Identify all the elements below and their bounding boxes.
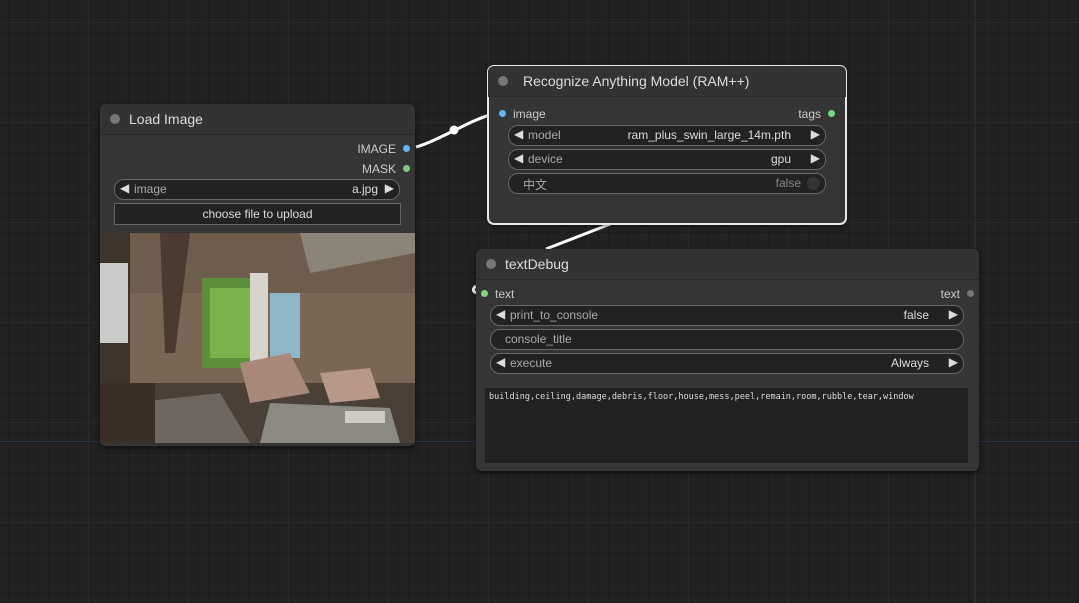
model-combo[interactable]: ◀ model ram_plus_swin_large_14m.pth ▶ (508, 125, 826, 146)
collapse-dot-icon[interactable] (498, 76, 508, 86)
left-arrow-icon[interactable]: ◀ (496, 355, 505, 369)
chinese-toggle-label: 中文 (523, 178, 548, 192)
left-arrow-icon[interactable]: ◀ (120, 181, 129, 195)
load-image-node[interactable]: Load Image IMAGE MASK ◀ image a.jpg ▶ ch… (100, 104, 415, 446)
input-text-label: text (495, 287, 515, 301)
input-image-slot[interactable] (499, 110, 506, 117)
node-title-bar[interactable]: textDebug (476, 249, 979, 280)
image-combo-value: a.jpg (351, 182, 378, 196)
node-title: textDebug (505, 256, 569, 272)
print-to-console-value: false (903, 308, 929, 322)
chinese-toggle-value: false (775, 176, 801, 190)
right-arrow-icon[interactable]: ▶ (949, 307, 958, 321)
print-to-console-label: print_to_console (510, 308, 599, 322)
node-title-bar[interactable]: Load Image (100, 104, 415, 135)
device-combo-label: device (528, 152, 563, 166)
output-text-area[interactable]: building,ceiling,damage,debris,floor,hou… (485, 388, 968, 463)
console-title-label: console_title (505, 332, 572, 346)
right-arrow-icon[interactable]: ▶ (385, 181, 394, 195)
chinese-toggle[interactable]: 中文 false (508, 173, 826, 194)
output-text-label: text (940, 287, 960, 301)
output-image-label: IMAGE (357, 142, 396, 156)
preview-picture (100, 233, 415, 443)
left-arrow-icon[interactable]: ◀ (496, 307, 505, 321)
link-image-midpoint (449, 125, 459, 135)
node-title: Load Image (129, 111, 203, 127)
output-image-slot[interactable] (403, 145, 410, 152)
model-combo-label: model (528, 128, 561, 142)
execute-combo[interactable]: ◀ execute Always ▶ (490, 353, 964, 374)
upload-button[interactable]: choose file to upload (114, 203, 401, 225)
link-tags (545, 219, 619, 251)
output-text-slot[interactable] (967, 290, 974, 297)
node-title-bar[interactable]: Recognize Anything Model (RAM++) (488, 66, 846, 97)
link-image (415, 112, 494, 149)
right-arrow-icon[interactable]: ▶ (949, 355, 958, 369)
collapse-dot-icon[interactable] (486, 259, 496, 269)
output-tags-label: tags (798, 107, 821, 121)
collapse-dot-icon[interactable] (110, 114, 120, 124)
device-combo[interactable]: ◀ device gpu ▶ (508, 149, 826, 170)
output-mask-label: MASK (361, 162, 396, 176)
image-combo[interactable]: ◀ image a.jpg ▶ (114, 179, 400, 200)
console-title-field[interactable]: console_title (490, 329, 964, 350)
execute-label: execute (510, 356, 553, 370)
input-text-slot[interactable] (481, 290, 488, 297)
device-combo-value: gpu (770, 152, 791, 166)
output-tags-slot[interactable] (828, 110, 835, 117)
model-combo-value: ram_plus_swin_large_14m.pth (627, 128, 791, 142)
image-combo-label: image (134, 182, 167, 196)
image-preview (100, 233, 415, 443)
execute-value: Always (890, 356, 929, 370)
left-arrow-icon[interactable]: ◀ (514, 127, 523, 141)
text-debug-node[interactable]: textDebug text text ◀ print_to_console f… (476, 249, 979, 471)
right-arrow-icon[interactable]: ▶ (811, 151, 820, 165)
print-to-console-combo[interactable]: ◀ print_to_console false ▶ (490, 305, 964, 326)
input-image-label: image (513, 107, 546, 121)
toggle-knob-icon[interactable] (807, 177, 820, 190)
right-arrow-icon[interactable]: ▶ (811, 127, 820, 141)
ram-node[interactable]: Recognize Anything Model (RAM++) image t… (487, 65, 847, 225)
output-mask-slot[interactable] (403, 165, 410, 172)
node-title: Recognize Anything Model (RAM++) (523, 73, 750, 89)
left-arrow-icon[interactable]: ◀ (514, 151, 523, 165)
